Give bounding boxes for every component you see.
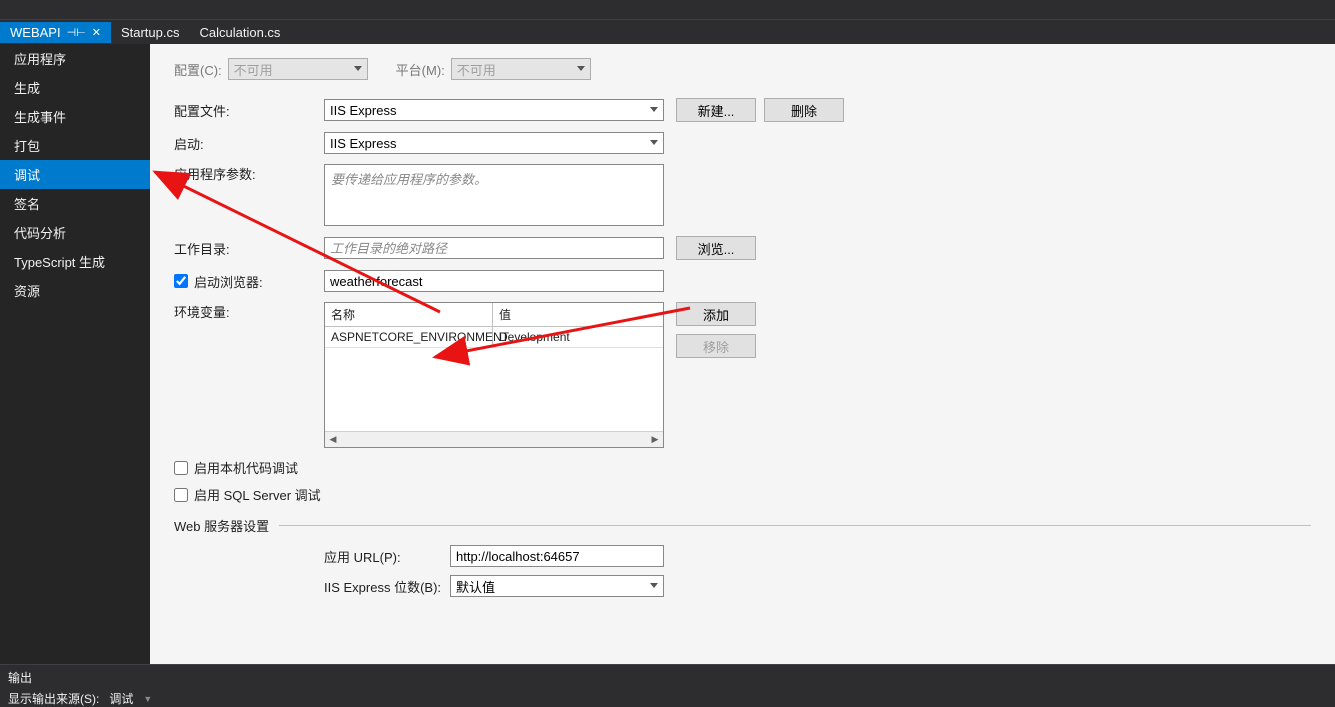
top-toolbar bbox=[0, 0, 1335, 20]
output-toolbar: 显示输出来源(S): 调试 ▼ bbox=[8, 690, 1327, 707]
sidebar-item-resources[interactable]: 资源 bbox=[0, 276, 150, 305]
platform-select bbox=[451, 58, 591, 80]
add-button[interactable]: 添加 bbox=[676, 302, 756, 326]
new-button[interactable]: 新建... bbox=[676, 98, 756, 122]
close-icon[interactable]: ✕ bbox=[92, 26, 101, 39]
document-tabs: WEBAPI ⊣⊢ ✕ Startup.cs Calculation.cs bbox=[0, 20, 1335, 44]
appargs-row: 应用程序参数: bbox=[174, 164, 1311, 226]
col-name: 名称 bbox=[325, 303, 493, 326]
output-source-label: 显示输出来源(S): bbox=[8, 690, 99, 707]
chevron-down-icon[interactable]: ▼ bbox=[143, 694, 152, 704]
env-value: Development bbox=[493, 327, 663, 347]
delete-button[interactable]: 删除 bbox=[764, 98, 844, 122]
sidebar-item-application[interactable]: 应用程序 bbox=[0, 44, 150, 73]
appargs-input[interactable] bbox=[324, 164, 664, 226]
debug-settings-panel: 配置(C): 平台(M): 配置文件: 新建... 删除 启动: 应用程序参数:… bbox=[150, 44, 1335, 664]
sidebar-item-signing[interactable]: 签名 bbox=[0, 189, 150, 218]
appurl-row: 应用 URL(P): bbox=[324, 545, 1311, 567]
launch-browser-checkbox[interactable] bbox=[174, 274, 188, 288]
profile-row: 配置文件: 新建... 删除 bbox=[174, 98, 1311, 122]
native-debug-label: 启用本机代码调试 bbox=[194, 458, 298, 477]
native-debug-checkbox[interactable] bbox=[174, 461, 188, 475]
launch-browser-input[interactable] bbox=[324, 270, 664, 292]
tab-startup[interactable]: Startup.cs bbox=[111, 22, 190, 43]
scroll-left-icon[interactable]: ◀ bbox=[327, 434, 339, 446]
table-hscroll[interactable]: ◀ ▶ bbox=[325, 431, 663, 447]
workdir-row: 工作目录: 浏览... bbox=[174, 236, 1311, 260]
profile-select[interactable] bbox=[324, 99, 664, 121]
output-panel: 输出 显示输出来源(S): 调试 ▼ bbox=[0, 664, 1335, 704]
sidebar-item-typescript[interactable]: TypeScript 生成 bbox=[0, 247, 150, 276]
scroll-right-icon[interactable]: ▶ bbox=[649, 434, 661, 446]
iisbits-label: IIS Express 位数(B): bbox=[324, 577, 450, 596]
envvar-row: 环境变量: 名称 值 ASPNETCORE_ENVIRONMENT Develo… bbox=[174, 302, 1311, 448]
launch-browser-label: 启动浏览器: bbox=[194, 272, 263, 291]
tab-webapi[interactable]: WEBAPI ⊣⊢ ✕ bbox=[0, 22, 111, 43]
config-select bbox=[228, 58, 368, 80]
webserver-section-label: Web 服务器设置 bbox=[174, 516, 269, 535]
output-source-value[interactable]: 调试 bbox=[103, 690, 139, 707]
sidebar-item-build-events[interactable]: 生成事件 bbox=[0, 102, 150, 131]
envvar-label: 环境变量: bbox=[174, 302, 324, 321]
iisbits-select[interactable] bbox=[450, 575, 664, 597]
sidebar-item-build[interactable]: 生成 bbox=[0, 73, 150, 102]
workdir-input[interactable] bbox=[324, 237, 664, 259]
platform-label: 平台(M): bbox=[396, 60, 445, 79]
sql-debug-checkbox[interactable] bbox=[174, 488, 188, 502]
profile-label: 配置文件: bbox=[174, 101, 324, 120]
native-debug-row: 启用本机代码调试 bbox=[174, 458, 1311, 477]
appurl-label: 应用 URL(P): bbox=[324, 547, 450, 566]
sidebar-item-package[interactable]: 打包 bbox=[0, 131, 150, 160]
sidebar-item-debug[interactable]: 调试 bbox=[0, 160, 150, 189]
sidebar-item-code-analysis[interactable]: 代码分析 bbox=[0, 218, 150, 247]
launch-browser-check-wrap: 启动浏览器: bbox=[174, 272, 324, 291]
iisbits-row: IIS Express 位数(B): bbox=[324, 575, 1311, 597]
config-label: 配置(C): bbox=[174, 60, 222, 79]
tab-calculation[interactable]: Calculation.cs bbox=[190, 22, 291, 43]
workdir-label: 工作目录: bbox=[174, 239, 324, 258]
envvar-table[interactable]: 名称 值 ASPNETCORE_ENVIRONMENT Development … bbox=[324, 302, 664, 448]
property-sidebar: 应用程序 生成 生成事件 打包 调试 签名 代码分析 TypeScript 生成… bbox=[0, 44, 150, 664]
remove-button[interactable]: 移除 bbox=[676, 334, 756, 358]
browse-button[interactable]: 浏览... bbox=[676, 236, 756, 260]
pin-icon[interactable]: ⊣⊢ bbox=[67, 26, 86, 39]
tab-label: WEBAPI bbox=[10, 25, 61, 40]
appurl-input[interactable] bbox=[450, 545, 664, 567]
launch-row: 启动: bbox=[174, 132, 1311, 154]
sql-debug-label: 启用 SQL Server 调试 bbox=[194, 485, 321, 504]
tab-label: Calculation.cs bbox=[200, 25, 281, 40]
table-row[interactable]: ASPNETCORE_ENVIRONMENT Development bbox=[325, 327, 663, 348]
main-layout: 应用程序 生成 生成事件 打包 调试 签名 代码分析 TypeScript 生成… bbox=[0, 44, 1335, 664]
table-header: 名称 值 bbox=[325, 303, 663, 327]
col-value: 值 bbox=[493, 303, 663, 326]
launch-select[interactable] bbox=[324, 132, 664, 154]
section-divider bbox=[279, 525, 1311, 526]
tab-label: Startup.cs bbox=[121, 25, 180, 40]
webserver-section-header: Web 服务器设置 bbox=[174, 516, 1311, 535]
launch-label: 启动: bbox=[174, 134, 324, 153]
sql-debug-row: 启用 SQL Server 调试 bbox=[174, 485, 1311, 504]
config-platform-row: 配置(C): 平台(M): bbox=[174, 58, 1311, 80]
output-title: 输出 bbox=[8, 667, 1327, 690]
appargs-label: 应用程序参数: bbox=[174, 164, 324, 183]
env-name: ASPNETCORE_ENVIRONMENT bbox=[325, 327, 493, 347]
browser-row: 启动浏览器: bbox=[174, 270, 1311, 292]
